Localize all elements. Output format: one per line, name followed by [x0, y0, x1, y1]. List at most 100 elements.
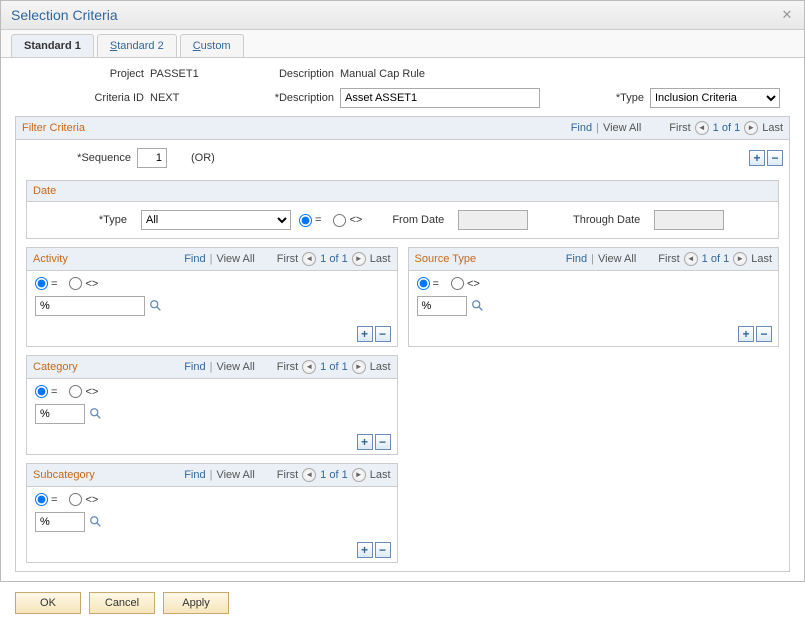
- subcategory-count[interactable]: 1 of 1: [320, 469, 348, 481]
- close-icon[interactable]: ✕: [780, 8, 794, 22]
- lookup-icon[interactable]: [89, 407, 103, 421]
- subcategory-neq-radio[interactable]: <>: [69, 493, 98, 506]
- titlebar: Selection Criteria ✕: [1, 1, 804, 30]
- category-remove-button[interactable]: −: [375, 434, 391, 450]
- from-date-label: From Date: [370, 214, 450, 226]
- activity-remove-button[interactable]: −: [375, 326, 391, 342]
- arrow-right-icon[interactable]: ►: [733, 252, 747, 266]
- category-first[interactable]: First: [277, 361, 298, 373]
- description-value: Manual Cap Rule: [340, 68, 425, 80]
- tab-custom[interactable]: Custom: [180, 34, 244, 57]
- date-type-label: Type: [33, 214, 133, 226]
- from-date-input[interactable]: [458, 210, 528, 230]
- subcategory-box: Subcategory Find| View All First ◄ 1 of …: [26, 463, 398, 563]
- ok-button[interactable]: OK: [15, 592, 81, 614]
- sequence-input[interactable]: [137, 148, 167, 168]
- arrow-left-icon[interactable]: ◄: [302, 468, 316, 482]
- category-neq-radio[interactable]: <>: [69, 385, 98, 398]
- seq-remove-button[interactable]: −: [767, 150, 783, 166]
- source-type-count[interactable]: 1 of 1: [702, 253, 730, 265]
- activity-input[interactable]: [35, 296, 145, 316]
- subcategory-last[interactable]: Last: [370, 469, 391, 481]
- project-value: PASSET1: [150, 68, 260, 80]
- lookup-icon[interactable]: [149, 299, 163, 313]
- source-type-add-button[interactable]: +: [738, 326, 754, 342]
- cancel-button[interactable]: Cancel: [89, 592, 155, 614]
- source-type-box: Source Type Find| View All First ◄ 1 of …: [408, 247, 780, 347]
- filter-criteria-title: Filter Criteria: [22, 122, 571, 134]
- arrow-right-icon[interactable]: ►: [352, 252, 366, 266]
- subcategory-find-link[interactable]: Find: [184, 469, 205, 481]
- activity-title: Activity: [33, 253, 68, 265]
- activity-neq-radio[interactable]: <>: [69, 277, 98, 290]
- arrow-right-icon[interactable]: ►: [744, 121, 758, 135]
- source-type-eq-radio[interactable]: =: [417, 277, 439, 290]
- sequence-label: Sequence: [22, 152, 137, 164]
- lookup-icon[interactable]: [89, 515, 103, 529]
- tab-standard-1[interactable]: Standard 1: [11, 34, 94, 57]
- date-title: Date: [33, 185, 56, 197]
- subcategory-title: Subcategory: [33, 469, 95, 481]
- date-eq-radio[interactable]: =: [299, 214, 321, 227]
- category-eq-radio[interactable]: =: [35, 385, 57, 398]
- source-type-view-all[interactable]: View All: [598, 253, 636, 265]
- category-count[interactable]: 1 of 1: [320, 361, 348, 373]
- subcategory-first[interactable]: First: [277, 469, 298, 481]
- activity-eq-radio[interactable]: =: [35, 277, 57, 290]
- button-row: OK Cancel Apply: [1, 582, 804, 624]
- type-label: Type: [540, 92, 650, 104]
- activity-first[interactable]: First: [277, 253, 298, 265]
- category-view-all[interactable]: View All: [216, 361, 254, 373]
- arrow-left-icon[interactable]: ◄: [684, 252, 698, 266]
- filter-find-link[interactable]: Find: [571, 122, 592, 134]
- apply-button[interactable]: Apply: [163, 592, 229, 614]
- seq-add-button[interactable]: +: [749, 150, 765, 166]
- arrow-left-icon[interactable]: ◄: [302, 252, 316, 266]
- source-type-neq-radio[interactable]: <>: [451, 277, 480, 290]
- category-box: Category Find| View All First ◄ 1 of 1 ►…: [26, 355, 398, 455]
- arrow-right-icon[interactable]: ►: [352, 468, 366, 482]
- lookup-icon[interactable]: [471, 299, 485, 313]
- category-title: Category: [33, 361, 78, 373]
- category-input[interactable]: [35, 404, 85, 424]
- subcategory-eq-radio[interactable]: =: [35, 493, 57, 506]
- source-type-input[interactable]: [417, 296, 467, 316]
- subcategory-add-button[interactable]: +: [357, 542, 373, 558]
- filter-last[interactable]: Last: [762, 122, 783, 134]
- content: Project PASSET1 Description Manual Cap R…: [1, 58, 804, 582]
- source-type-find-link[interactable]: Find: [566, 253, 587, 265]
- date-type-select[interactable]: All: [141, 210, 291, 230]
- category-find-link[interactable]: Find: [184, 361, 205, 373]
- arrow-left-icon[interactable]: ◄: [302, 360, 316, 374]
- criteria-id-label: Criteria ID: [15, 92, 150, 104]
- activity-add-button[interactable]: +: [357, 326, 373, 342]
- date-neq-radio[interactable]: <>: [333, 214, 362, 227]
- subcategory-remove-button[interactable]: −: [375, 542, 391, 558]
- tab-standard-2[interactable]: Standard 2: [97, 34, 177, 57]
- activity-last[interactable]: Last: [370, 253, 391, 265]
- category-last[interactable]: Last: [370, 361, 391, 373]
- activity-find-link[interactable]: Find: [184, 253, 205, 265]
- filter-first[interactable]: First: [669, 122, 690, 134]
- source-type-first[interactable]: First: [658, 253, 679, 265]
- activity-box: Activity Find| View All First ◄ 1 of 1 ►…: [26, 247, 398, 347]
- source-type-remove-button[interactable]: −: [756, 326, 772, 342]
- tab-strip: Standard 1 Standard 2 Custom: [1, 30, 804, 58]
- selection-criteria-window: Selection Criteria ✕ Standard 1 Standard…: [0, 0, 805, 582]
- activity-count[interactable]: 1 of 1: [320, 253, 348, 265]
- activity-view-all[interactable]: View All: [216, 253, 254, 265]
- through-date-input[interactable]: [654, 210, 724, 230]
- arrow-left-icon[interactable]: ◄: [695, 121, 709, 135]
- source-type-last[interactable]: Last: [751, 253, 772, 265]
- filter-criteria-box: Filter Criteria Find | View All First ◄ …: [15, 116, 790, 572]
- arrow-right-icon[interactable]: ►: [352, 360, 366, 374]
- filter-view-all[interactable]: View All: [603, 122, 641, 134]
- source-type-title: Source Type: [415, 253, 477, 265]
- req-description-input[interactable]: [340, 88, 540, 108]
- subcategory-view-all[interactable]: View All: [216, 469, 254, 481]
- filter-count[interactable]: 1 of 1: [713, 122, 741, 134]
- category-add-button[interactable]: +: [357, 434, 373, 450]
- type-select[interactable]: Inclusion Criteria: [650, 88, 780, 108]
- description-label: Description: [260, 68, 340, 80]
- subcategory-input[interactable]: [35, 512, 85, 532]
